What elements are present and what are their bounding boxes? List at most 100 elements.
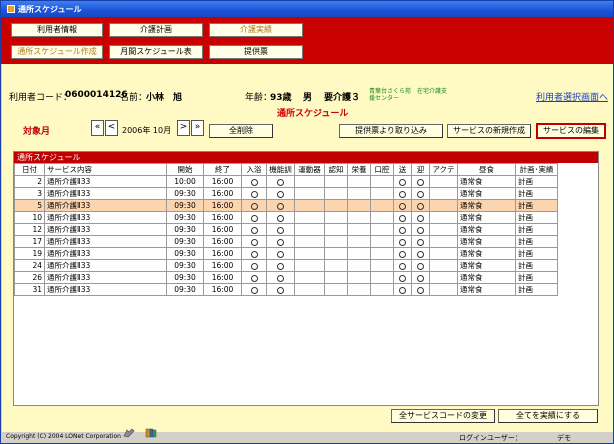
cell-bath: [241, 235, 267, 248]
cell-date: 24: [14, 259, 45, 272]
cell-cognition: [324, 235, 348, 248]
cell-nutrition: [347, 223, 371, 236]
cell-plan: 計画: [515, 247, 558, 260]
client-select-link[interactable]: 利用者選択画面へ: [536, 90, 608, 103]
edit-service-button[interactable]: サービスの編集: [536, 123, 606, 139]
col-header-cognition: 認知: [324, 163, 348, 176]
table-row[interactable]: 10 通所介護Ⅱ33 09:30 16:00 通常食 計画: [14, 211, 558, 224]
app-window: 通所スケジュール 利用者情報 介護計画 介護実績 通所スケジュール作成 月間スケ…: [0, 0, 614, 444]
cell-start: 10:00: [166, 175, 204, 188]
cell-cognition: [324, 211, 348, 224]
cell-cognition: [324, 271, 348, 284]
phone-icon[interactable]: [123, 428, 135, 438]
cell-activity: [429, 235, 458, 248]
cell-exercise: [294, 199, 325, 212]
cell-exercise: [294, 283, 325, 296]
nav-client-info-button[interactable]: 利用者情報: [11, 23, 103, 37]
cell-oral: [370, 211, 394, 224]
nav-schedule-create-button[interactable]: 通所スケジュール作成: [11, 45, 103, 59]
circle-mark-icon: [417, 262, 424, 270]
table-row[interactable]: 24 通所介護Ⅱ33 09:30 16:00 通常食 計画: [14, 259, 558, 272]
circle-mark-icon: [250, 262, 258, 270]
cell-date: 31: [14, 283, 45, 296]
table-row[interactable]: 12 通所介護Ⅱ33 09:30 16:00 通常食 計画: [14, 223, 558, 236]
table-row[interactable]: 3 通所介護Ⅱ33 09:30 16:00 通常食 計画: [14, 187, 558, 200]
col-header-activity: アクテ: [429, 163, 458, 176]
cell-function: [266, 271, 295, 284]
nav-monthly-schedule-button[interactable]: 月間スケジュール表: [109, 45, 203, 59]
next-month-button[interactable]: >: [177, 120, 190, 136]
cell-start: 09:30: [166, 199, 204, 212]
circle-mark-icon: [399, 226, 406, 234]
facility-name-line1: 青葉台さくら苑 在宅介護支: [369, 88, 448, 95]
prev-year-button[interactable]: «: [91, 120, 104, 136]
cell-date: 19: [14, 247, 45, 260]
client-care-level: 要介護３: [324, 93, 361, 103]
make-all-actual-button[interactable]: 全てを実績にする: [498, 409, 598, 423]
circle-mark-icon: [417, 190, 424, 198]
circle-mark-icon: [250, 238, 258, 246]
cell-activity: [429, 271, 458, 284]
cell-nutrition: [347, 175, 371, 188]
cell-lunch: 通常食: [457, 271, 516, 284]
table-row[interactable]: 2 通所介護Ⅱ33 10:00 16:00 通常食 計画: [14, 175, 558, 188]
col-header-service: サービス内容: [44, 163, 167, 176]
cell-exercise: [294, 211, 325, 224]
cell-nutrition: [347, 199, 371, 212]
cell-bath: [241, 175, 267, 188]
cell-function: [266, 235, 295, 248]
cell-send: [393, 247, 412, 260]
cell-bath: [241, 199, 267, 212]
nav-care-record-button[interactable]: 介護実績: [209, 23, 303, 37]
cell-oral: [370, 235, 394, 248]
client-name-label: 名前：: [120, 93, 148, 103]
table-row[interactable]: 31 通所介護Ⅱ33 09:30 16:00 通常食 計画: [14, 283, 558, 296]
cell-nutrition: [347, 283, 371, 296]
new-service-button[interactable]: サービスの新規作成: [447, 124, 531, 138]
cell-activity: [429, 211, 458, 224]
login-user-name: デモ: [557, 434, 571, 442]
cell-oral: [370, 283, 394, 296]
nav-provision-ticket-button[interactable]: 提供票: [209, 45, 303, 59]
cell-function: [266, 187, 295, 200]
cell-activity: [429, 223, 458, 236]
next-year-button[interactable]: »: [191, 120, 204, 136]
circle-mark-icon: [277, 226, 284, 234]
cell-date: 17: [14, 235, 45, 248]
table-row[interactable]: 17 通所介護Ⅱ33 09:30 16:00 通常食 計画: [14, 235, 558, 248]
circle-mark-icon: [277, 274, 284, 282]
cell-lunch: 通常食: [457, 247, 516, 260]
prev-month-button[interactable]: <: [105, 120, 118, 136]
cell-cognition: [324, 187, 348, 200]
cell-end: 16:00: [203, 187, 242, 200]
cell-pickup: [411, 235, 430, 248]
cell-start: 09:30: [166, 211, 204, 224]
client-info-bar: 利用者コード： 0600014126 名前： 小林 旭 年齢： 93歳 男 要介…: [1, 86, 613, 106]
table-row[interactable]: 26 通所介護Ⅱ33 09:30 16:00 通常食 計画: [14, 271, 558, 284]
table-row[interactable]: 5 通所介護Ⅱ33 09:30 16:00 通常食 計画: [14, 199, 558, 212]
circle-mark-icon: [399, 214, 406, 222]
delete-all-button[interactable]: 全削除: [209, 124, 273, 138]
cell-send: [393, 199, 412, 212]
cell-exercise: [294, 175, 325, 188]
cell-send: [393, 271, 412, 284]
cell-send: [393, 235, 412, 248]
cell-service: 通所介護Ⅱ33: [44, 223, 167, 236]
cell-end: 16:00: [203, 235, 242, 248]
import-from-ticket-button[interactable]: 提供票より取り込み: [339, 124, 443, 138]
col-header-function: 機能訓: [266, 163, 295, 176]
circle-mark-icon: [417, 250, 424, 258]
cell-start: 09:30: [166, 187, 204, 200]
change-all-codes-button[interactable]: 全サービスコードの変更: [391, 409, 495, 423]
cell-lunch: 通常食: [457, 235, 516, 248]
nav-care-plan-button[interactable]: 介護計画: [109, 23, 203, 37]
cell-oral: [370, 199, 394, 212]
book-icon[interactable]: [145, 428, 157, 438]
cell-end: 16:00: [203, 283, 242, 296]
table-row[interactable]: 19 通所介護Ⅱ33 09:30 16:00 通常食 計画: [14, 247, 558, 260]
cell-nutrition: [347, 235, 371, 248]
cell-activity: [429, 175, 458, 188]
col-header-send: 送: [393, 163, 412, 176]
cell-send: [393, 175, 412, 188]
cell-date: 2: [14, 175, 45, 188]
